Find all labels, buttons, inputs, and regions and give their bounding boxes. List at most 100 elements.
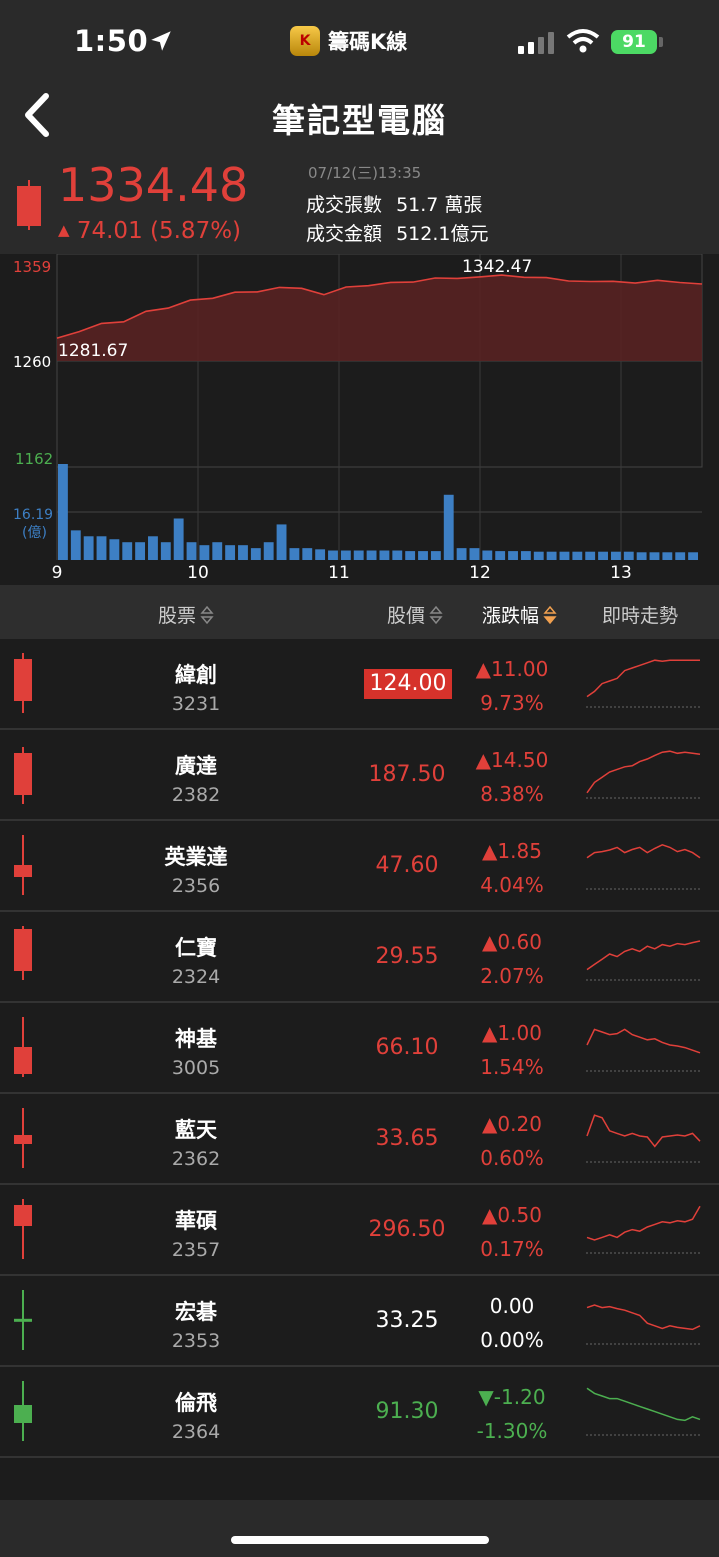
sort-price[interactable]: 股價 (387, 601, 443, 628)
sparkline-line (586, 940, 701, 971)
stock-row[interactable]: 華碩 2357 296.50 ▲0.50 0.17% (0, 1185, 719, 1276)
stock-row[interactable]: 廣達 2382 187.50 ▲14.50 8.38% (0, 730, 719, 821)
volume-bar (135, 542, 146, 560)
volume-label: 成交張數 (306, 194, 383, 216)
volume-bar (263, 542, 274, 560)
volume-bar (649, 552, 660, 560)
amount-label: 成交金額 (306, 223, 383, 245)
stock-change: 0.00 (489, 1294, 535, 1318)
stock-name: 倫飛 (175, 1391, 217, 1415)
stock-price: 187.50 (368, 762, 446, 787)
sparkline-line (586, 843, 701, 859)
candle-body (14, 1405, 32, 1423)
stock-name: 仁寶 (175, 936, 217, 960)
nav-bar: 筆記型電腦 (0, 80, 719, 156)
stock-change-percent: 4.04% (480, 873, 544, 897)
volume-bar (520, 551, 531, 560)
stock-row[interactable]: 倫飛 2364 91.30 ▼-1.20 -1.30% (0, 1367, 719, 1458)
volume-bar (469, 548, 480, 560)
trend-sparkline (586, 659, 701, 708)
home-indicator[interactable] (231, 1536, 489, 1544)
volume-bar (109, 539, 120, 560)
volume-bar (302, 548, 313, 560)
candlestick-icon (14, 653, 32, 713)
volume-bar (675, 552, 686, 560)
stock-row[interactable]: 神基 3005 66.10 ▲1.00 1.54% (0, 1003, 719, 1094)
trend-sparkline (586, 750, 701, 799)
trend-sparkline (586, 940, 701, 981)
stock-price: 91.30 (375, 1399, 439, 1424)
stock-code: 2364 (171, 1421, 221, 1443)
candlestick-icon (14, 1017, 32, 1077)
intraday-chart[interactable]: 1359 1260 1162 1342.47 1281.67 16.19 (億) 9 10 11 1… (0, 254, 719, 585)
volume-bar (225, 545, 236, 560)
stock-code: 2357 (171, 1239, 221, 1261)
stock-row[interactable]: 緯創 3231 124.00 ▲11.00 9.73% (0, 639, 719, 730)
candlestick-icon (14, 1290, 32, 1350)
col-change-label: 漲跌幅 (482, 605, 540, 627)
amount-value: 512.1億元 (396, 223, 489, 245)
y-axis-top-label: 1359 (13, 258, 51, 276)
sparkline-line (586, 1304, 701, 1331)
stock-code: 2382 (171, 784, 221, 806)
volume-line: 成交張數 51.7 萬張 (306, 190, 482, 217)
stock-name: 英業達 (164, 845, 228, 869)
high-price-label: 1342.47 (462, 257, 532, 277)
stock-name: 神基 (175, 1027, 217, 1051)
table-header: 股票 股價 漲跌幅 即時走勢 (0, 585, 719, 639)
volume-bar (160, 542, 171, 560)
stock-change-percent: 2.07% (480, 964, 544, 988)
stock-row[interactable]: 英業達 2356 47.60 ▲1.85 4.04% (0, 821, 719, 912)
stock-change: ▲0.50 (482, 1203, 542, 1227)
col-trend: 即時走勢 (602, 601, 678, 628)
volume-bar (443, 494, 454, 560)
sparkline-line (586, 1205, 701, 1241)
stock-change-percent: 0.17% (480, 1237, 544, 1261)
sparkline-line (586, 1028, 701, 1054)
volume-bar (662, 552, 673, 560)
sort-change[interactable]: 漲跌幅 (482, 601, 557, 628)
index-candle-icon (17, 180, 41, 230)
x-axis-hour-label: 13 (610, 563, 632, 583)
bottom-bar (0, 1500, 719, 1557)
index-price: 1334.48 (58, 158, 249, 212)
stock-price: 66.10 (375, 1035, 439, 1060)
sort-stock[interactable]: 股票 (158, 601, 214, 628)
stock-change: ▲1.00 (482, 1021, 542, 1045)
volume-bar (610, 551, 621, 560)
stock-change: ▲11.00 (475, 657, 549, 681)
volume-value: 51.7 萬張 (396, 194, 483, 216)
stock-change-percent: 0.00% (480, 1328, 544, 1352)
volume-bar (289, 548, 300, 560)
stock-change: ▲1.85 (482, 839, 542, 863)
candle-body (14, 865, 32, 877)
volume-bar (199, 545, 210, 560)
volume-max-label: 16.19 (13, 507, 53, 523)
stock-change: ▲0.20 (482, 1112, 542, 1136)
stock-row[interactable]: 宏碁 2353 33.25 0.00 0.00% (0, 1276, 719, 1367)
low-price-label: 1281.67 (58, 341, 128, 361)
app-name: 籌碼K線 (328, 30, 408, 54)
trend-sparkline (586, 1387, 701, 1436)
volume-bar (572, 551, 583, 560)
candle-body (14, 753, 32, 795)
index-change-value: 74.01 (5.87%) (76, 218, 242, 244)
volume-bar (250, 548, 261, 560)
stock-change-percent: 1.54% (480, 1055, 544, 1079)
volume-bar (70, 530, 81, 560)
app-badge-icon: K (290, 26, 320, 56)
stock-row[interactable]: 仁寶 2324 29.55 ▲0.60 2.07% (0, 912, 719, 1003)
volume-bar (418, 551, 428, 560)
stock-name: 宏碁 (175, 1300, 217, 1324)
volume-bar (58, 464, 68, 560)
volume-bar (186, 542, 197, 560)
volume-bar (430, 551, 441, 560)
candlestick-icon (14, 1199, 32, 1259)
volume-bar (328, 550, 338, 560)
col-stock-label: 股票 (158, 605, 197, 627)
sparkline-line (586, 750, 701, 794)
col-price-label: 股價 (387, 605, 426, 627)
stock-row[interactable]: 藍天 2362 33.65 ▲0.20 0.60% (0, 1094, 719, 1185)
stock-name: 華碩 (175, 1209, 217, 1233)
candlestick-icon (14, 926, 32, 980)
